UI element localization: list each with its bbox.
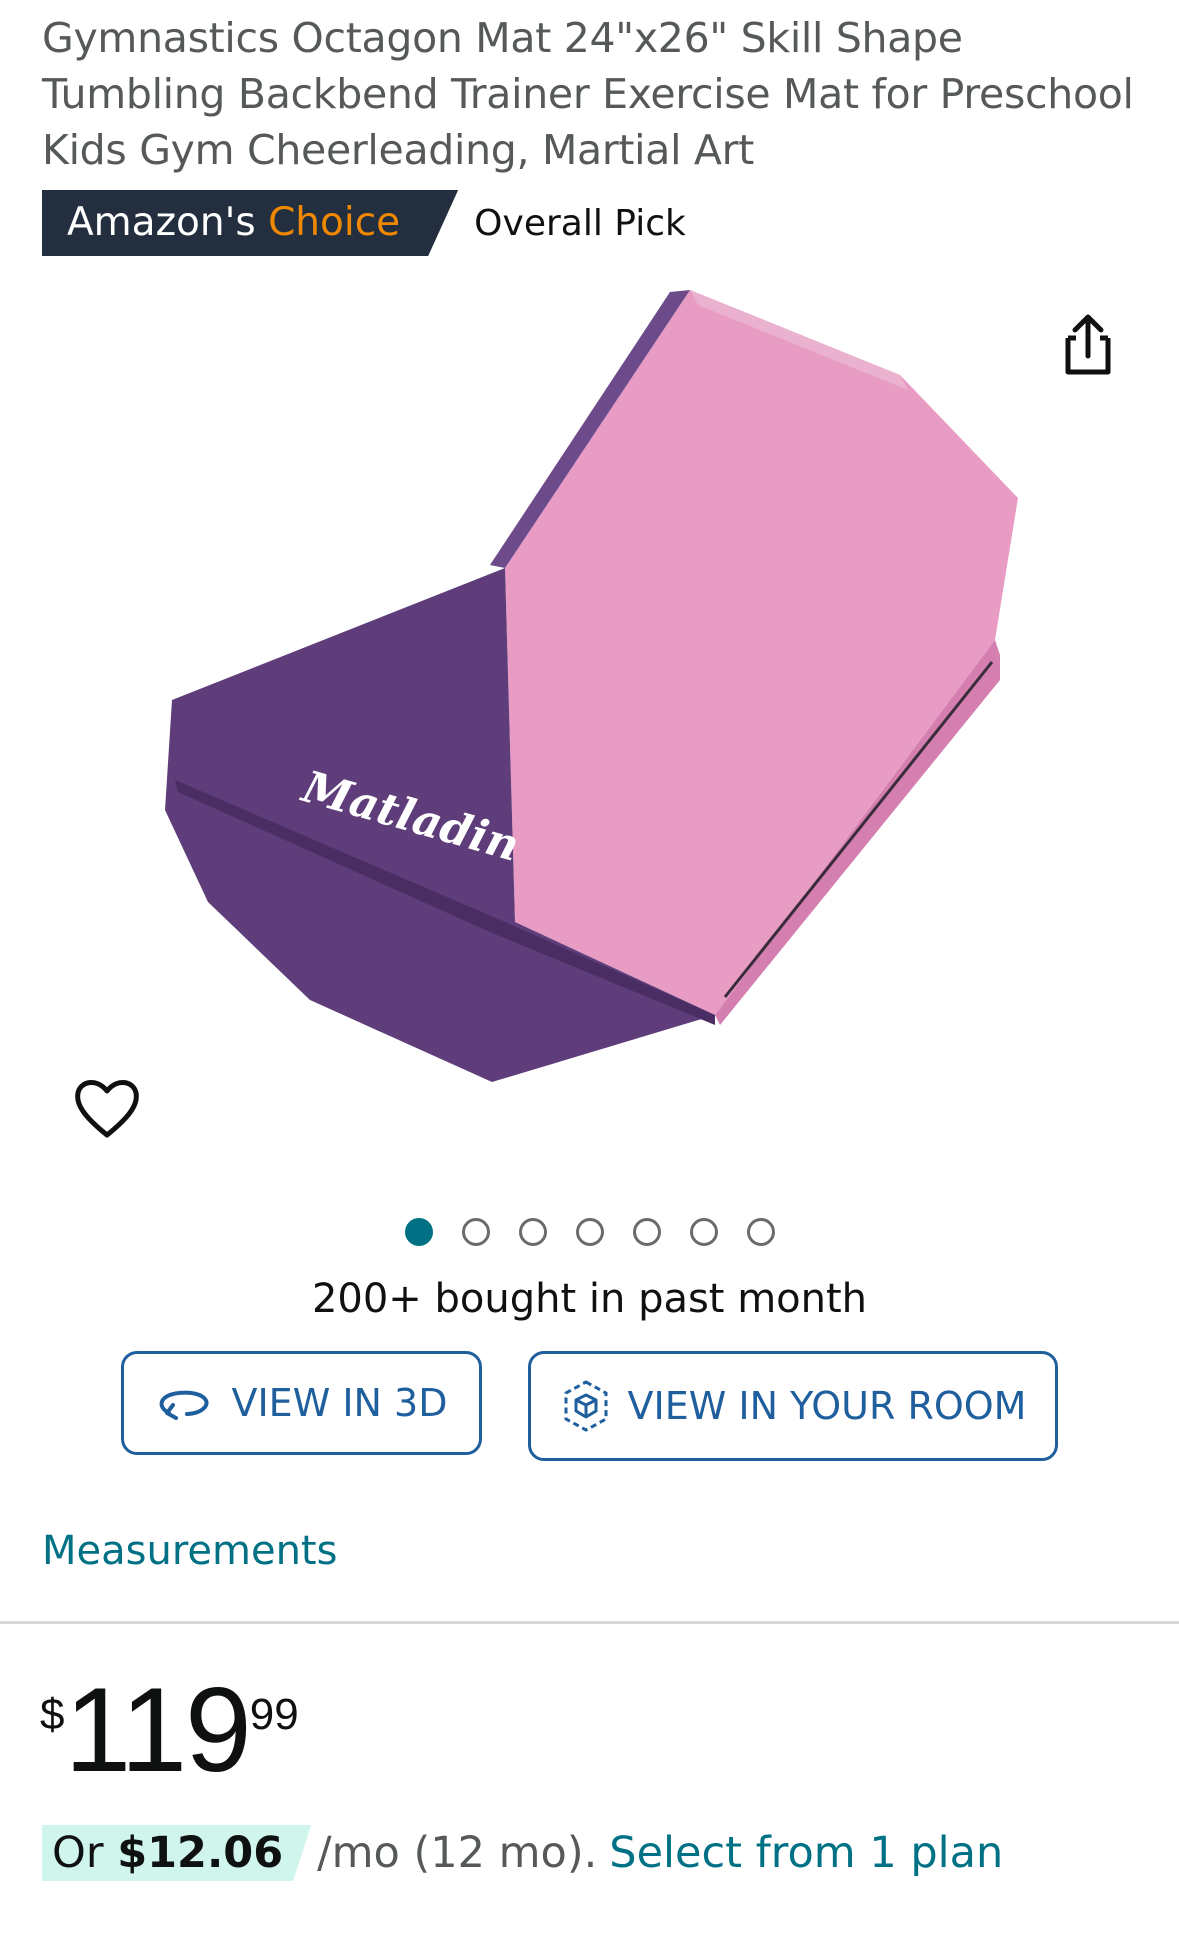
price: $ 119 99 xyxy=(40,1670,299,1790)
carousel-dot[interactable] xyxy=(461,1218,490,1246)
carousel-dot[interactable] xyxy=(518,1218,547,1246)
amazons-choice-badge[interactable]: Amazon's Choice Overall Pick xyxy=(42,190,686,256)
view-in-your-room-label: VIEW IN YOUR ROOM xyxy=(627,1384,1027,1428)
carousel-dot[interactable] xyxy=(746,1218,775,1246)
badge-prefix: Amazon's xyxy=(67,200,256,245)
price-fraction: 99 xyxy=(249,1690,299,1739)
carousel-dot[interactable] xyxy=(689,1218,718,1246)
carousel-dot[interactable] xyxy=(575,1218,604,1246)
view-in-3d-button[interactable]: VIEW IN 3D xyxy=(121,1351,482,1455)
view-in-3d-label: VIEW IN 3D xyxy=(231,1381,448,1425)
price-currency-symbol: $ xyxy=(40,1690,65,1739)
section-divider xyxy=(0,1621,1179,1624)
installment-terms: /mo (12 mo). xyxy=(317,1828,598,1878)
wishlist-button[interactable] xyxy=(72,1075,142,1141)
mat-top-face xyxy=(505,290,1018,1015)
bought-count: 200+ bought in past month xyxy=(311,1276,868,1322)
select-plan-link[interactable]: Select from 1 plan xyxy=(609,1828,1003,1878)
view-in-your-room-button[interactable]: VIEW IN YOUR ROOM xyxy=(528,1351,1058,1461)
product-image[interactable]: Matladin xyxy=(150,280,1030,1160)
share-button[interactable] xyxy=(1060,312,1116,378)
rotate-3d-icon xyxy=(160,1390,209,1420)
carousel-dot[interactable] xyxy=(404,1218,433,1246)
installment-amount: $12.06 xyxy=(117,1828,284,1878)
badge-highlight: Choice xyxy=(268,200,401,245)
product-title: Gymnastics Octagon Mat 24"x26" Skill Sha… xyxy=(42,14,1134,174)
heart-icon xyxy=(75,1080,139,1138)
ar-cube-icon xyxy=(564,1380,608,1432)
badge-pick-label: Overall Pick xyxy=(474,202,686,244)
installment-prefix: Or xyxy=(52,1828,104,1878)
carousel-dot[interactable] xyxy=(632,1218,661,1246)
carousel-indicator xyxy=(0,1218,1179,1246)
price-whole: 119 xyxy=(64,1663,251,1797)
badge-label: Amazon's Choice xyxy=(42,190,458,256)
installment-highlight: Or $12.06 xyxy=(42,1825,311,1881)
installment-offer: Or $12.06 /mo (12 mo). Select from 1 pla… xyxy=(42,1825,1003,1881)
share-icon xyxy=(1065,314,1111,375)
measurements-link[interactable]: Measurements xyxy=(42,1528,337,1574)
